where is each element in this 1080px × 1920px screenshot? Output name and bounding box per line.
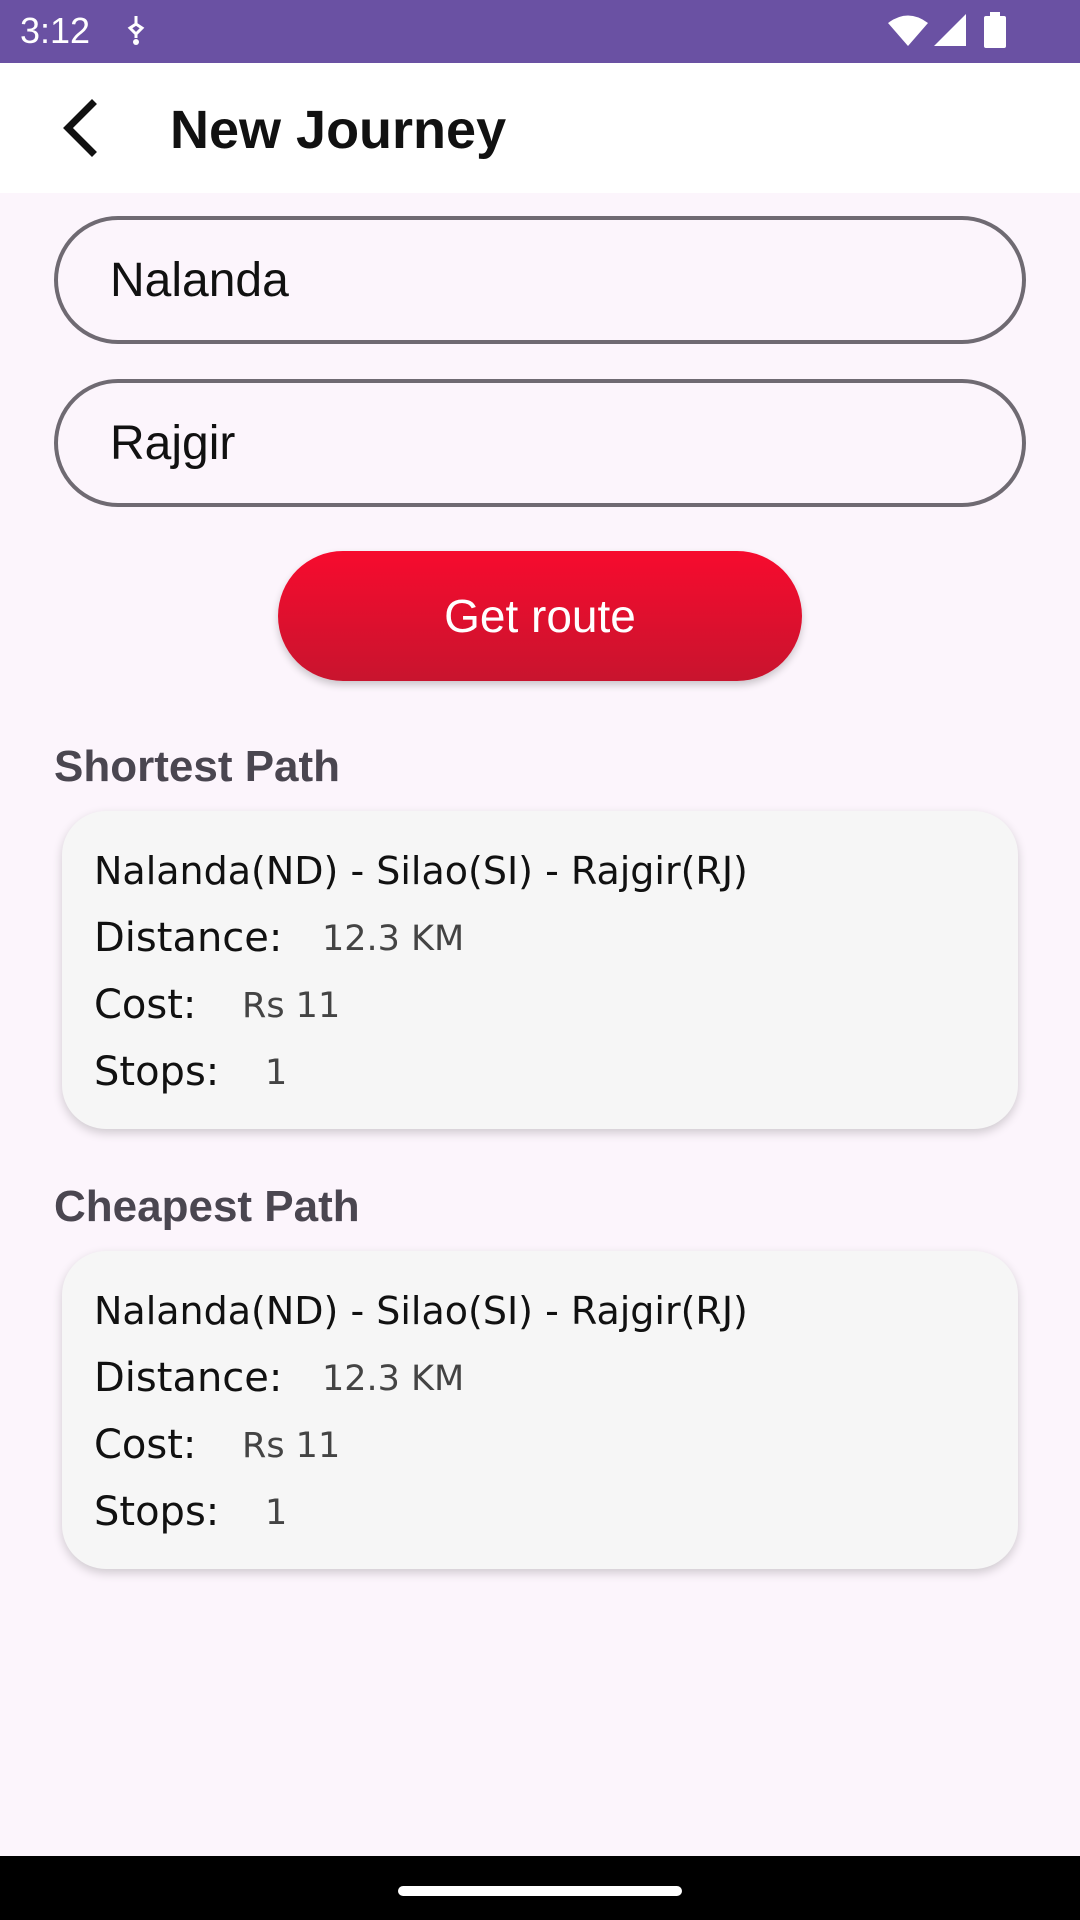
battery-icon [984,12,1006,48]
origin-value: Nalanda [110,253,289,307]
distance-value: 12.3 KM [322,919,465,959]
cost-value: Rs 11 [242,986,341,1026]
notification-icon [127,16,145,45]
origin-field[interactable]: Nalanda [54,216,1026,344]
system-nav-bar [0,1856,1080,1920]
route-text: Nalanda(ND) - Silao(SI) - Rajgir(RJ) [94,849,748,893]
cheapest-path-card: Nalanda(ND) - Silao(SI) - Rajgir(RJ) Dis… [62,1251,1018,1569]
stops-value: 1 [265,1493,288,1533]
distance-label: Distance: [94,915,283,961]
app-bar: New Journey [0,63,1080,193]
destination-field[interactable]: Rajgir [54,379,1026,507]
stops-value: 1 [265,1053,288,1093]
shortest-path-heading: Shortest Path [54,742,341,791]
page-title: New Journey [170,100,507,160]
distance-label: Distance: [94,1355,283,1401]
get-route-button[interactable]: Get route [278,551,802,681]
route-text: Nalanda(ND) - Silao(SI) - Rajgir(RJ) [94,1289,748,1333]
stops-label: Stops: [94,1489,220,1535]
back-arrow-icon [63,99,97,157]
status-time: 3:12 [20,10,91,51]
signal-icon [934,14,966,46]
cheapest-path-heading: Cheapest Path [54,1182,360,1231]
distance-value: 12.3 KM [322,1359,465,1399]
back-button[interactable] [40,88,120,168]
status-bar: 3:12 [0,0,1080,63]
wifi-icon [888,15,928,46]
cost-label: Cost: [94,1422,197,1468]
cost-label: Cost: [94,982,197,1028]
cost-value: Rs 11 [242,1426,341,1466]
home-gesture-handle[interactable] [398,1886,682,1896]
destination-value: Rajgir [110,416,236,470]
shortest-path-card: Nalanda(ND) - Silao(SI) - Rajgir(RJ) Dis… [62,811,1018,1129]
stops-label: Stops: [94,1049,220,1095]
